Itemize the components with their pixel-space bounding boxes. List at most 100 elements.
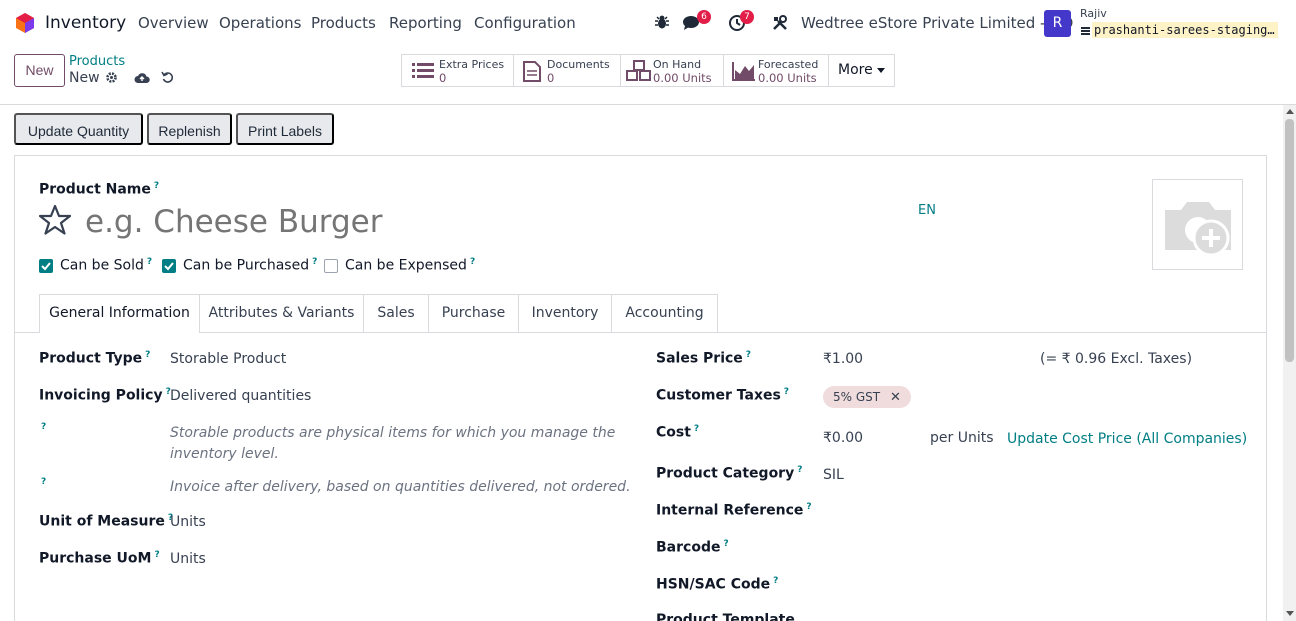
tax-tag: 5% GST ✕	[823, 386, 911, 408]
product-name-input[interactable]	[85, 200, 905, 244]
help-tooltip[interactable]: ?	[41, 477, 46, 487]
forecasted-value: 0.00 Units	[758, 71, 817, 85]
tab-attributes-variants[interactable]: Attributes & Variants	[200, 294, 364, 332]
breadcrumb-products[interactable]: Products	[69, 54, 125, 69]
tab-inventory[interactable]: Inventory	[519, 294, 612, 332]
unit-of-measure-field[interactable]: Units	[170, 514, 206, 530]
print-labels-button[interactable]: Print Labels	[236, 113, 334, 145]
menu-configuration[interactable]: Configuration	[474, 14, 576, 32]
control-panel: New Products New Extra Prices 0 Document…	[0, 46, 1296, 105]
can-be-purchased-checkbox[interactable]	[162, 259, 176, 273]
extra-prices-label: Extra Prices	[439, 58, 505, 71]
product-template-label: Product Template	[656, 612, 795, 621]
on-hand-value: 0.00 Units	[653, 71, 712, 85]
barcode-label: Barcode?	[656, 539, 729, 556]
new-record-button[interactable]: New	[14, 54, 65, 87]
update-cost-price-link[interactable]: Update Cost Price (All Companies)	[1007, 431, 1247, 447]
documents-label: Documents	[547, 58, 610, 71]
sales-price-excl-taxes: (= ₹ 0.96 Excl. Taxes)	[1040, 351, 1193, 367]
storable-help-text: Storable products are physical items for…	[170, 425, 616, 462]
more-button[interactable]: More	[829, 55, 894, 86]
can-be-sold-label[interactable]: Can be Sold?	[60, 257, 152, 274]
documents-button[interactable]: Documents 0	[514, 55, 621, 86]
discard-icon[interactable]	[161, 71, 174, 88]
messages-badge: 6	[697, 10, 711, 24]
language-toggle[interactable]: EN	[918, 203, 936, 218]
scroll-up-arrow[interactable]	[1286, 109, 1294, 114]
help-tooltip[interactable]: ?	[312, 257, 317, 267]
invoicing-policy-select[interactable]: Delivered quantities	[170, 388, 311, 404]
extra-prices-button[interactable]: Extra Prices 0	[402, 55, 514, 86]
cost-label: Cost?	[656, 424, 700, 441]
product-image-placeholder[interactable]	[1152, 179, 1243, 270]
forecasted-button[interactable]: Forecasted 0.00 Units	[724, 55, 829, 86]
help-tooltip[interactable]: ?	[41, 422, 46, 432]
help-tooltip[interactable]: ?	[154, 181, 159, 191]
bug-icon[interactable]	[654, 14, 670, 34]
menu-products[interactable]: Products	[311, 14, 376, 32]
can-be-purchased-label[interactable]: Can be Purchased?	[183, 257, 317, 274]
tools-icon[interactable]	[772, 15, 788, 35]
inventory-app-icon[interactable]	[14, 12, 36, 34]
scroll-down-arrow[interactable]	[1286, 611, 1294, 616]
update-quantity-button[interactable]: Update Quantity	[14, 113, 143, 145]
company-switcher[interactable]: Wedtree eStore Private Limited - HO	[801, 14, 1073, 32]
tab-sales[interactable]: Sales	[364, 294, 429, 332]
help-tooltip[interactable]: ?	[470, 257, 475, 267]
help-tooltip[interactable]: ?	[806, 502, 811, 512]
menu-overview[interactable]: Overview	[138, 14, 209, 32]
unit-of-measure-label: Unit of Measure?	[39, 513, 174, 530]
tax-tag-label: 5% GST	[833, 390, 881, 404]
user-name[interactable]: Rajiv	[1080, 7, 1107, 20]
help-tooltip[interactable]: ?	[145, 350, 150, 360]
help-tooltip[interactable]: ?	[147, 257, 152, 267]
forecasted-label: Forecasted	[758, 58, 819, 71]
help-tooltip[interactable]: ?	[773, 576, 778, 586]
on-hand-label: On Hand	[653, 58, 702, 71]
tab-accounting[interactable]: Accounting	[612, 294, 718, 332]
area-chart-icon	[732, 61, 756, 85]
internal-reference-label: Internal Reference?	[656, 502, 812, 519]
invoicing-policy-label: Invoicing Policy?	[39, 387, 171, 404]
database-name: prashanti-sarees-staging…	[1092, 22, 1278, 38]
gear-icon[interactable]	[105, 71, 118, 88]
document-icon	[523, 61, 541, 86]
can-be-expensed-checkbox[interactable]	[324, 259, 338, 273]
favorite-star-icon[interactable]	[38, 204, 72, 239]
can-be-expensed-label[interactable]: Can be Expensed?	[345, 257, 475, 274]
help-tooltip[interactable]: ?	[797, 465, 802, 475]
app-name[interactable]: Inventory	[45, 13, 126, 33]
can-be-sold-checkbox[interactable]	[39, 259, 53, 273]
remove-tag-icon[interactable]: ✕	[890, 390, 901, 405]
hsn-sac-code-label: HSN/SAC Code?	[656, 576, 779, 593]
database-icon	[1081, 24, 1090, 35]
user-avatar[interactable]: R	[1044, 10, 1071, 37]
menu-operations[interactable]: Operations	[219, 14, 301, 32]
scrollbar-thumb[interactable]	[1285, 119, 1294, 362]
more-label: More	[838, 62, 873, 78]
product-category-field[interactable]: SIL	[823, 467, 844, 483]
help-tooltip[interactable]: ?	[746, 350, 751, 360]
invoice-help-text: Invoice after delivery, based on quantit…	[170, 479, 631, 495]
help-tooltip[interactable]: ?	[723, 539, 728, 549]
cubes-icon	[626, 60, 652, 86]
product-type-select[interactable]: Storable Product	[170, 351, 286, 367]
caret-down-icon	[877, 68, 885, 73]
tab-general-information[interactable]: General Information	[39, 294, 200, 333]
on-hand-button[interactable]: On Hand 0.00 Units	[621, 55, 724, 86]
scrollbar[interactable]	[1283, 105, 1296, 621]
tab-purchase[interactable]: Purchase	[429, 294, 519, 332]
sales-price-field[interactable]: ₹1.00	[823, 351, 863, 367]
replenish-button[interactable]: Replenish	[147, 113, 232, 145]
product-name-label: Product Name?	[39, 181, 160, 198]
purchase-uom-label: Purchase UoM?	[39, 550, 160, 567]
menu-reporting[interactable]: Reporting	[389, 14, 462, 32]
help-tooltip[interactable]: ?	[694, 424, 699, 434]
purchase-uom-field[interactable]: Units	[170, 551, 206, 567]
breadcrumb-current: New	[69, 70, 100, 86]
help-tooltip[interactable]: ?	[784, 387, 789, 397]
save-cloud-icon[interactable]	[134, 71, 150, 88]
help-tooltip[interactable]: ?	[154, 550, 159, 560]
cost-field[interactable]: ₹0.00	[823, 430, 863, 446]
documents-value: 0	[547, 71, 555, 85]
